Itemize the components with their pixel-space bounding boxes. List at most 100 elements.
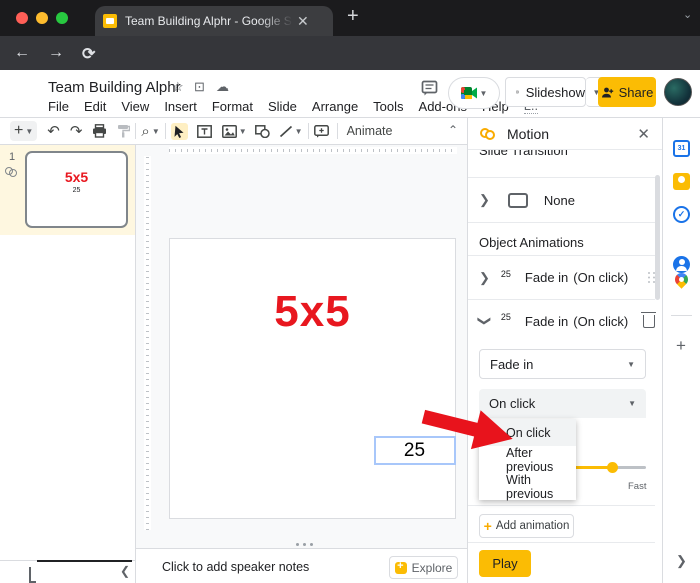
add-animation-button[interactable]: + Add animation bbox=[479, 514, 574, 538]
speaker-notes-input[interactable]: Click to add speaker notes bbox=[162, 560, 309, 574]
menu-option-with-previous[interactable]: With previous bbox=[479, 473, 576, 501]
vertical-ruler bbox=[144, 156, 151, 530]
effect-select[interactable]: Fade in ▼ bbox=[479, 349, 646, 379]
explore-button[interactable]: Explore bbox=[389, 556, 458, 579]
toolbar-divider bbox=[307, 123, 309, 139]
cursor-icon bbox=[174, 125, 184, 138]
slide-1-row[interactable]: 1 5x5 25 bbox=[0, 145, 135, 235]
play-button[interactable]: Play bbox=[479, 550, 531, 577]
select-tool-button[interactable] bbox=[170, 122, 188, 140]
panel-scrollbar[interactable] bbox=[655, 175, 660, 300]
undo-icon[interactable]: ↶ bbox=[47, 124, 60, 139]
chevron-down-icon[interactable]: ❯ bbox=[476, 316, 492, 327]
image-caret-icon[interactable]: ▼ bbox=[239, 127, 247, 136]
rail-divider bbox=[671, 315, 692, 316]
maps-icon[interactable] bbox=[672, 270, 691, 289]
transition-value: None bbox=[543, 192, 575, 208]
browser-tab[interactable]: Team Building Alphr - Google S ✕ bbox=[95, 6, 333, 36]
account-avatar[interactable] bbox=[664, 78, 692, 106]
reload-icon[interactable]: ⟳ bbox=[82, 44, 95, 64]
slides-favicon bbox=[103, 14, 117, 28]
calendar-date: 31 bbox=[677, 145, 686, 152]
speed-slider-knob[interactable] bbox=[607, 462, 618, 473]
document-title[interactable]: Team Building Alphr bbox=[48, 79, 181, 96]
menu-slide[interactable]: Slide bbox=[268, 99, 297, 114]
motion-icon bbox=[480, 127, 495, 140]
slideshow-button[interactable]: Slideshow bbox=[505, 77, 586, 107]
menu-arrange[interactable]: Arrange bbox=[312, 99, 358, 114]
chevron-right-icon[interactable]: ❯ bbox=[479, 270, 490, 286]
star-document-icon[interactable]: ☆ bbox=[172, 79, 184, 95]
share-label: Share bbox=[618, 84, 654, 100]
traffic-light-zoom[interactable] bbox=[56, 12, 68, 24]
menu-tools[interactable]: Tools bbox=[373, 99, 403, 114]
menu-file[interactable]: File bbox=[48, 99, 69, 114]
slide-editor[interactable]: 5x5 25 bbox=[169, 238, 456, 519]
menu-format[interactable]: Format bbox=[212, 99, 253, 114]
new-tab-button[interactable]: + bbox=[347, 5, 359, 28]
slide-title-text[interactable]: 5x5 bbox=[170, 287, 455, 337]
keep-icon[interactable] bbox=[673, 173, 690, 190]
traffic-light-minimize[interactable] bbox=[36, 12, 48, 24]
move-folder-icon[interactable]: ⊡ bbox=[194, 79, 205, 95]
share-button[interactable]: Share bbox=[598, 77, 656, 107]
slide-transition-row[interactable]: ❯ None bbox=[479, 178, 655, 222]
chevron-down-icon[interactable]: ⌄ bbox=[683, 8, 692, 21]
comment-history-icon[interactable] bbox=[421, 80, 439, 97]
play-label: Play bbox=[492, 556, 518, 571]
calendar-icon[interactable]: 31 bbox=[673, 140, 690, 157]
animate-button[interactable]: Animate bbox=[347, 124, 393, 138]
menu-insert[interactable]: Insert bbox=[164, 99, 197, 114]
insert-comment-icon[interactable] bbox=[313, 124, 329, 138]
menu-view[interactable]: View bbox=[121, 99, 149, 114]
text-box-icon[interactable] bbox=[196, 124, 212, 138]
menu-edit[interactable]: Edit bbox=[84, 99, 106, 114]
explore-icon bbox=[394, 560, 407, 574]
thumbnail-title: 5x5 bbox=[64, 169, 89, 185]
zoom-tool-icon[interactable]: ⌕ bbox=[141, 124, 149, 139]
effect-select-value: Fade in bbox=[490, 356, 534, 372]
application-window: Team Building Alphr - Google S ✕ + ⌄ ← →… bbox=[0, 0, 700, 583]
tab-close-icon[interactable]: ✕ bbox=[297, 13, 309, 30]
get-addons-icon[interactable]: + bbox=[676, 336, 686, 356]
collapse-filmstrip-icon[interactable]: ❮ bbox=[120, 564, 130, 578]
drag-handle-icon[interactable] bbox=[648, 272, 655, 283]
forward-icon[interactable]: → bbox=[48, 44, 64, 62]
red-arrow-annotation bbox=[421, 409, 513, 450]
plus-icon: + bbox=[483, 518, 492, 534]
chevron-right-icon[interactable]: ❯ bbox=[479, 192, 490, 208]
filmstrip-view-icon[interactable] bbox=[29, 567, 36, 583]
animation-target: 25 bbox=[500, 312, 511, 322]
insert-line-icon[interactable] bbox=[279, 125, 293, 138]
toolbar-divider bbox=[164, 123, 166, 139]
insert-shape-icon[interactable] bbox=[254, 124, 270, 138]
side-rail: 31 ✓ + ❯ bbox=[662, 118, 700, 583]
share-person-icon bbox=[601, 87, 613, 97]
thumbnail-value: 25 bbox=[72, 187, 81, 194]
hide-side-panel-icon[interactable]: ❯ bbox=[676, 553, 687, 569]
motion-panel-title: Motion bbox=[507, 125, 550, 142]
new-slide-button[interactable]: + bbox=[14, 123, 23, 139]
contacts-icon[interactable] bbox=[673, 256, 690, 273]
delete-animation-icon[interactable] bbox=[641, 311, 656, 328]
notes-resize-handle[interactable] bbox=[296, 543, 318, 546]
zoom-caret-icon[interactable]: ▼ bbox=[152, 127, 160, 136]
insert-image-icon[interactable] bbox=[221, 124, 237, 138]
tasks-icon[interactable]: ✓ bbox=[673, 206, 690, 223]
cloud-status-icon[interactable]: ☁ bbox=[216, 79, 229, 95]
back-icon[interactable]: ← bbox=[14, 44, 30, 62]
collapse-menus-icon[interactable]: ⌃ bbox=[448, 123, 458, 137]
meet-button[interactable]: ▼ bbox=[448, 77, 500, 109]
traffic-light-close[interactable] bbox=[16, 12, 28, 24]
slide-1-thumbnail[interactable]: 5x5 25 bbox=[25, 151, 128, 228]
animation-trigger: (On click) bbox=[573, 313, 629, 329]
line-caret-icon[interactable]: ▼ bbox=[295, 127, 303, 136]
new-slide-caret-icon[interactable]: ▼ bbox=[25, 127, 33, 136]
close-panel-icon[interactable]: ✕ bbox=[637, 125, 650, 143]
slideshow-label: Slideshow bbox=[525, 84, 585, 100]
docs-header: Team Building Alphr ☆ ⊡ ☁ File Edit View… bbox=[0, 70, 700, 179]
print-icon[interactable] bbox=[92, 124, 107, 138]
animation-row-1[interactable]: ❯ 25 Fade in (On click) bbox=[479, 256, 655, 299]
animation-row-2[interactable]: ❯ 25 Fade in (On click) bbox=[476, 300, 656, 342]
redo-icon[interactable]: ↷ bbox=[70, 124, 83, 139]
